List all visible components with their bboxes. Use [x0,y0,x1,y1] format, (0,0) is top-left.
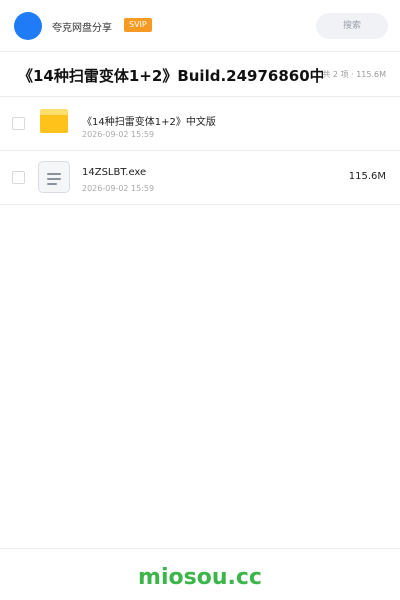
app-name: 夸克网盘分享 [52,23,112,34]
file-row-exe[interactable]: 14ZSLBT.exe 2026-09-02 15:59 115.6M [0,151,400,205]
svip-badge[interactable]: SVIP [124,18,152,32]
share-title-bar: 《14种扫雷变体1+2》Build.24976860中文版 共 2 项 · 11… [0,52,400,97]
select-checkbox[interactable] [12,117,25,130]
file-date: 2026-09-02 15:59 [82,184,155,193]
select-checkbox[interactable] [12,171,25,184]
item-count: 共 2 项 · 115.6M [322,70,386,79]
search-input[interactable]: 搜索 [316,13,388,39]
page-title: 《14种扫雷变体1+2》Build.24976860中文版 [18,67,323,85]
app-logo-icon[interactable] [14,12,42,40]
file-name[interactable]: 《14种扫雷变体1+2》中文版 [82,113,216,128]
file-date: 2026-09-02 15:59 [82,130,155,139]
folder-icon [40,109,68,133]
file-name[interactable]: 14ZSLBT.exe [82,167,146,178]
file-size: 115.6M [348,171,386,182]
top-bar: 夸克网盘分享 SVIP 搜索 [0,0,400,52]
file-icon [38,161,70,193]
file-row-folder[interactable]: 《14种扫雷变体1+2》中文版 2026-09-02 15:59 [0,97,400,151]
watermark-text: miosou.cc [138,565,262,590]
